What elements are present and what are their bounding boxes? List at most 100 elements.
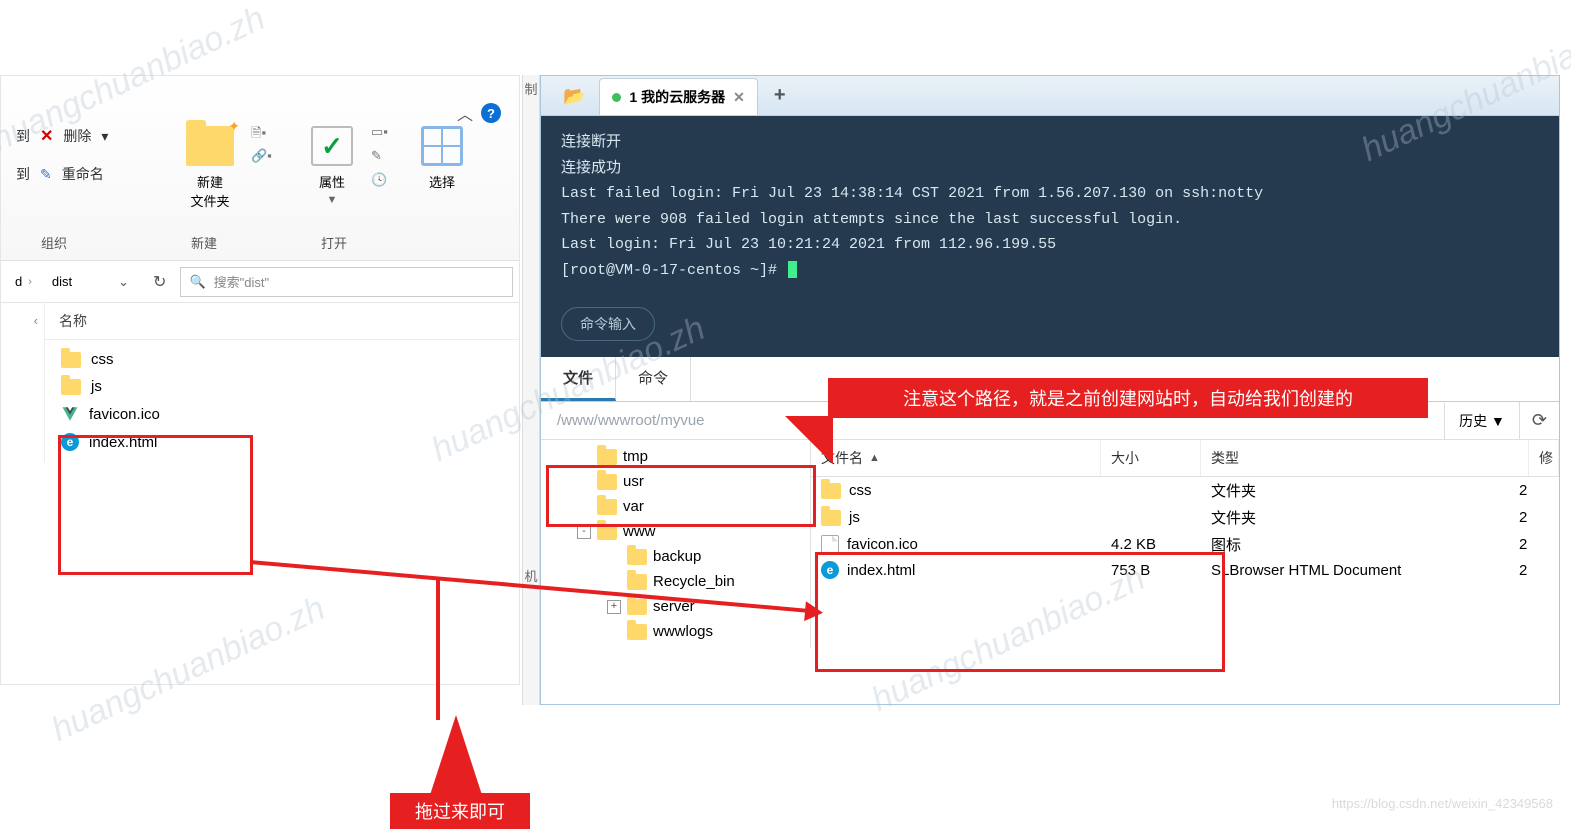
clipped-text: 制 — [523, 75, 539, 102]
delete-icon[interactable]: ✕ — [40, 126, 53, 146]
file-name: css — [91, 351, 114, 368]
folder-icon — [597, 449, 617, 465]
explorer-window: ︿ ? 到 ✕ 删除 ▾ 到 ✎ 重命名 ✦ 新建 文件夹 🗎▪ 🔗▪ ✓ 属性… — [0, 75, 520, 685]
file-row[interactable]: e index.html — [53, 428, 511, 456]
grid-row[interactable]: css文件夹2 — [811, 477, 1559, 504]
column-header-type[interactable]: 类型 — [1201, 440, 1529, 476]
to-label: 到 — [16, 164, 30, 184]
search-placeholder: 搜索"dist" — [214, 272, 269, 291]
grid-file-mod: 2 — [1519, 562, 1549, 579]
grid-file-mod: 2 — [1519, 482, 1549, 499]
file-name: index.html — [89, 434, 157, 451]
vue-icon — [61, 405, 79, 423]
breadcrumb-dropdown-icon[interactable]: ⌄ — [108, 270, 139, 294]
close-icon[interactable]: ✕ — [733, 89, 745, 106]
ribbon-collapse-icon[interactable]: ︿ — [457, 101, 473, 125]
grid-row[interactable]: eindex.html753 BSLBrowser HTML Document2 — [811, 558, 1559, 582]
tree-node-label: var — [623, 498, 644, 515]
folder-icon — [821, 483, 841, 499]
tree-node-label: wwwlogs — [653, 623, 713, 640]
command-input-row: 命令输入 — [541, 297, 1559, 357]
grid-file-mod: 2 — [1519, 509, 1549, 526]
edge-icon: e — [61, 433, 79, 451]
new-item-icon[interactable]: 🗎▪ — [251, 124, 266, 146]
grid-file-type: 图标 — [1211, 534, 1519, 555]
folder-icon — [627, 599, 647, 615]
file-icon — [821, 535, 839, 555]
rename-label[interactable]: 重命名 — [62, 164, 104, 184]
annotation-callout: 拖过来即可 — [390, 793, 530, 829]
properties-button[interactable]: ✓ 属性▼ — [311, 126, 353, 206]
tree-node[interactable]: backup — [541, 544, 810, 569]
status-dot-icon — [612, 93, 621, 102]
new-folder-button[interactable]: ✦ 新建 文件夹 — [186, 126, 234, 210]
open-folder-icon[interactable]: 📂 — [551, 78, 597, 115]
open-icon[interactable]: ▭▪ — [371, 124, 388, 140]
tab-commands[interactable]: 命令 — [616, 357, 691, 401]
folder-icon — [627, 549, 647, 565]
tree-node[interactable]: var — [541, 494, 810, 519]
ribbon-group-open: 打开 — [321, 233, 347, 252]
select-button[interactable]: 选择 — [421, 126, 463, 191]
tree-node-label: www — [623, 523, 656, 540]
history-button[interactable]: 历史 ▼ — [1444, 403, 1519, 439]
new-tab-icon[interactable]: + — [760, 76, 800, 115]
arrow-head-icon — [804, 601, 824, 622]
tree-node[interactable]: tmp — [541, 444, 810, 469]
nav-pane-collapsed[interactable]: ‹ — [1, 303, 45, 462]
delete-label[interactable]: 删除 — [63, 126, 91, 146]
grid-file-name: js — [849, 509, 860, 526]
tree-node[interactable]: - www — [541, 519, 810, 544]
grid-file-size: 4.2 KB — [1111, 536, 1211, 553]
rename-icon[interactable]: ✎ — [40, 166, 52, 183]
folder-icon — [597, 524, 617, 540]
file-grid: 文件名 ▲ 大小 类型 修 css文件夹2js文件夹2favicon.ico4.… — [811, 440, 1559, 648]
refresh-icon[interactable]: ↻ — [143, 268, 176, 296]
column-header-filename[interactable]: 文件名 ▲ — [811, 440, 1101, 476]
breadcrumb-part[interactable]: d› — [7, 270, 40, 293]
history-icon[interactable]: 🕓 — [371, 172, 387, 188]
grid-file-name: favicon.ico — [847, 536, 918, 553]
grid-file-type: 文件夹 — [1211, 507, 1519, 528]
tree-node[interactable]: wwwlogs — [541, 619, 810, 644]
tab-files[interactable]: 文件 — [541, 357, 616, 401]
folder-icon — [61, 379, 81, 395]
grid-row[interactable]: favicon.ico4.2 KB图标2 — [811, 531, 1559, 558]
command-input[interactable]: 命令输入 — [561, 307, 655, 341]
column-header-name[interactable]: 名称 — [45, 303, 519, 340]
edge-icon: e — [821, 561, 839, 579]
panel-splitter[interactable]: 制 机 — [522, 75, 540, 705]
breadcrumb-part[interactable]: dist — [44, 270, 80, 293]
grid-row[interactable]: js 文件夹2 — [811, 504, 1559, 531]
file-row[interactable]: css — [53, 346, 511, 373]
reload-icon[interactable]: ⟳ — [1519, 402, 1559, 439]
tree-node[interactable]: usr — [541, 469, 810, 494]
column-header-size[interactable]: 大小 — [1101, 440, 1201, 476]
ribbon-group-new: 新建 — [191, 233, 217, 252]
tab-title: 1 我的云服务器 — [629, 87, 725, 107]
terminal-prompt: [root@VM-0-17-centos ~]# — [561, 262, 777, 279]
grid-file-type: SLBrowser HTML Document — [1211, 562, 1519, 579]
grid-file-name: css — [849, 482, 872, 499]
file-row[interactable]: favicon.ico — [53, 400, 511, 428]
help-icon[interactable]: ? — [481, 103, 501, 123]
column-header-modified[interactable]: 修 — [1529, 440, 1559, 476]
ribbon: ︿ ? 到 ✕ 删除 ▾ 到 ✎ 重命名 ✦ 新建 文件夹 🗎▪ 🔗▪ ✓ 属性… — [1, 76, 519, 261]
edit-icon[interactable]: ✎ — [371, 148, 382, 164]
grid-file-size: 753 B — [1111, 562, 1211, 579]
callout-pointer-icon — [430, 715, 482, 795]
file-row[interactable]: js — [53, 373, 511, 400]
folder-icon — [597, 499, 617, 515]
easy-access-icon[interactable]: 🔗▪ — [251, 148, 272, 164]
session-tab[interactable]: 1 我的云服务器 ✕ — [599, 78, 757, 115]
file-name: js — [91, 378, 102, 395]
search-input[interactable]: 🔍 搜索"dist" — [180, 267, 513, 297]
tree-node-label: Recycle_bin — [653, 573, 735, 590]
tree-node-label: usr — [623, 473, 644, 490]
directory-tree[interactable]: tmpusrvar-wwwbackupRecycle_bin+serverwww… — [541, 440, 811, 648]
annotation-arrow — [436, 580, 440, 720]
tree-expander-icon[interactable]: - — [577, 525, 591, 539]
terminal-output[interactable]: 连接断开 连接成功 Last failed login: Fri Jul 23 … — [541, 116, 1559, 297]
tree-node-label: tmp — [623, 448, 648, 465]
tree-expander-icon[interactable]: + — [607, 600, 621, 614]
